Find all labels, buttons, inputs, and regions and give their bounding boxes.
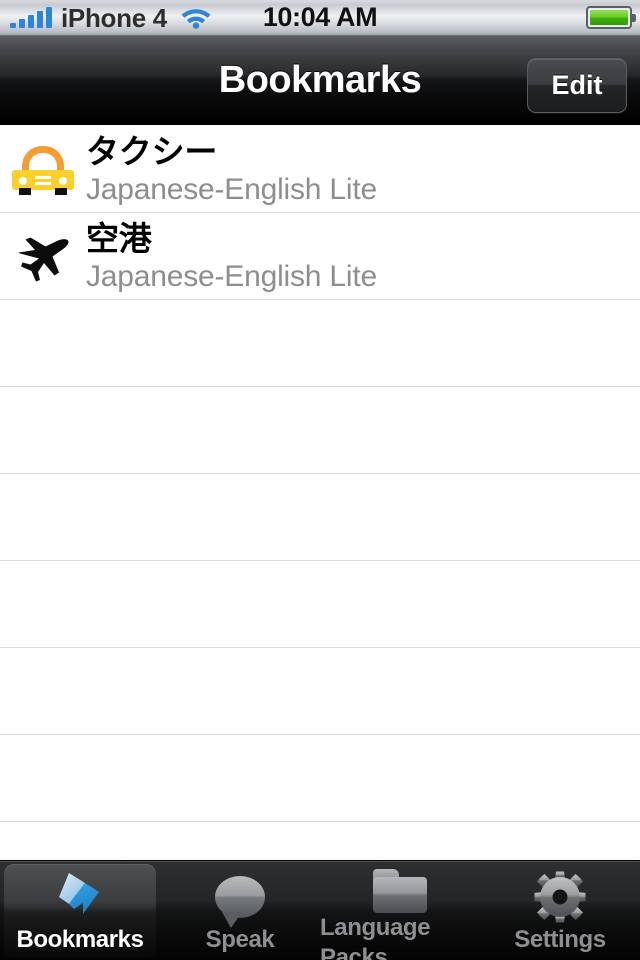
edit-button[interactable]: Edit [527, 58, 627, 113]
tab-label: Language Packs [320, 914, 431, 960]
folder-icon [369, 869, 431, 913]
status-bar: iPhone 4 10:04 AM [0, 0, 640, 36]
tab-language-packs[interactable]: Language Packs [320, 861, 480, 960]
list-item [0, 561, 640, 648]
iphone-screen: iPhone 4 10:04 AM Bookmarks Edit タクシー Ja… [0, 0, 640, 960]
tab-label: Bookmarks [16, 926, 144, 953]
tab-bookmarks[interactable]: Bookmarks [0, 861, 160, 960]
navigation-bar: Bookmarks Edit [0, 36, 640, 125]
bookmarks-list[interactable]: タクシー Japanese-English Lite 空港 Japanese-E… [0, 126, 640, 860]
list-item-subtitle: Japanese-English Lite [86, 260, 377, 293]
list-item [0, 735, 640, 822]
status-bar-right [586, 6, 636, 29]
clock-label: 10:04 AM [262, 2, 378, 32]
gear-icon [529, 869, 591, 925]
tab-settings[interactable]: Settings [480, 861, 640, 960]
list-item [0, 387, 640, 474]
airplane-icon [0, 213, 86, 300]
tab-bar: Bookmarks Speak Language Packs Settings [0, 860, 640, 960]
row-text: 空港 Japanese-English Lite [86, 217, 377, 295]
list-item-title: タクシー [86, 133, 218, 170]
list-item [0, 648, 640, 735]
tab-speak[interactable]: Speak [160, 861, 320, 960]
speech-bubble-icon [209, 869, 271, 928]
list-item [0, 474, 640, 561]
list-item-title: 空港 [86, 220, 152, 257]
list-item [0, 300, 640, 387]
bookmark-ribbon-icon [49, 869, 111, 925]
table-row[interactable]: タクシー Japanese-English Lite [0, 126, 640, 213]
battery-icon [586, 6, 636, 29]
row-text: タクシー Japanese-English Lite [86, 130, 377, 208]
list-item-subtitle: Japanese-English Lite [86, 173, 377, 206]
tab-label: Settings [514, 926, 606, 953]
taxi-icon [0, 126, 86, 213]
tab-label: Speak [205, 926, 275, 953]
table-row[interactable]: 空港 Japanese-English Lite [0, 213, 640, 300]
